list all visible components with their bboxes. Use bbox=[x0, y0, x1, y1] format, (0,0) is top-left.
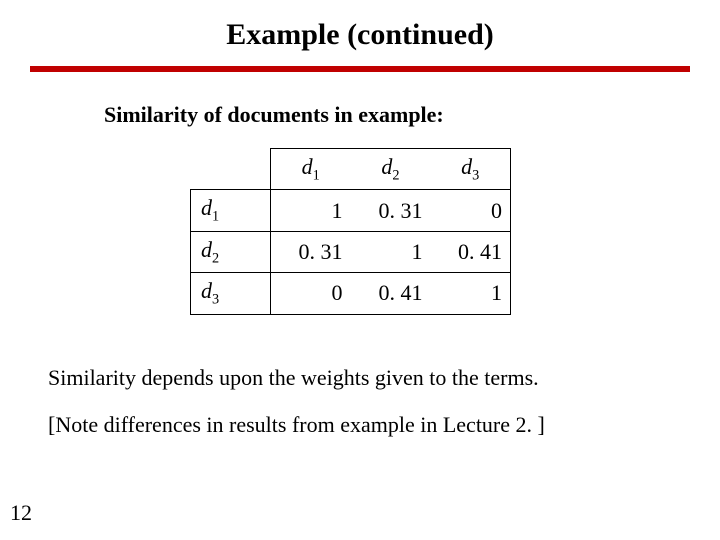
similarity-table-wrap: d1 d2 d3 d1 1 0. 31 0 d2 0. 31 1 0. 41 d… bbox=[190, 148, 720, 315]
cell-1-1: 1 bbox=[271, 190, 351, 231]
cell-2-3: 0. 41 bbox=[431, 231, 511, 272]
col-header-d1: d1 bbox=[271, 149, 351, 190]
cell-3-3: 1 bbox=[431, 273, 511, 314]
body-text: Similarity depends upon the weights give… bbox=[48, 361, 720, 441]
cell-1-2: 0. 31 bbox=[351, 190, 431, 231]
slide-title: Example (continued) bbox=[0, 0, 720, 66]
row-header-d1: d1 bbox=[191, 190, 271, 231]
row-header-d3: d3 bbox=[191, 273, 271, 314]
page-number: 12 bbox=[10, 500, 32, 526]
table-row: d3 0 0. 41 1 bbox=[191, 273, 511, 314]
body-line-2: [Note differences in results from exampl… bbox=[48, 408, 720, 441]
row-header-d2: d2 bbox=[191, 231, 271, 272]
cell-3-2: 0. 41 bbox=[351, 273, 431, 314]
cell-3-1: 0 bbox=[271, 273, 351, 314]
slide: Example (continued) Similarity of docume… bbox=[0, 0, 720, 540]
subheading: Similarity of documents in example: bbox=[104, 102, 720, 128]
cell-2-1: 0. 31 bbox=[271, 231, 351, 272]
body-line-1: Similarity depends upon the weights give… bbox=[48, 361, 720, 394]
cell-1-3: 0 bbox=[431, 190, 511, 231]
table-row: d1 1 0. 31 0 bbox=[191, 190, 511, 231]
table-row: d2 0. 31 1 0. 41 bbox=[191, 231, 511, 272]
header-empty bbox=[191, 149, 271, 190]
title-underline bbox=[30, 66, 690, 72]
similarity-table: d1 d2 d3 d1 1 0. 31 0 d2 0. 31 1 0. 41 d… bbox=[190, 148, 511, 315]
col-header-d2: d2 bbox=[351, 149, 431, 190]
table-header-row: d1 d2 d3 bbox=[191, 149, 511, 190]
col-header-d3: d3 bbox=[431, 149, 511, 190]
cell-2-2: 1 bbox=[351, 231, 431, 272]
